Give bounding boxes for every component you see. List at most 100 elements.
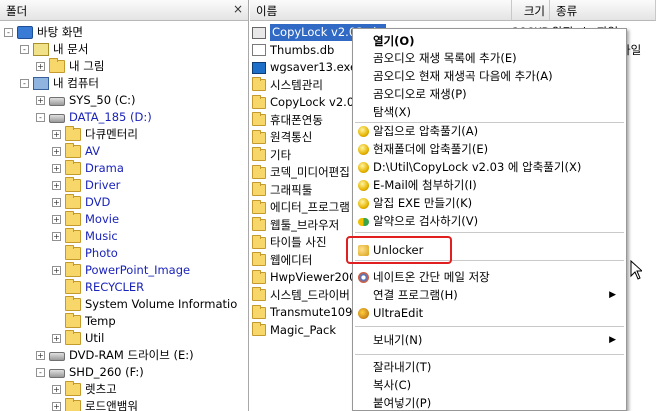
collapse-icon[interactable]: -: [20, 79, 29, 88]
file-row[interactable]: 원격통신: [252, 129, 312, 146]
expand-icon[interactable]: +: [52, 147, 61, 156]
close-icon[interactable]: ×: [233, 2, 243, 16]
tree-item[interactable]: + SYS_50 (C:): [36, 92, 136, 109]
folder-icon: [49, 58, 65, 73]
tree-item[interactable]: + DVD-RAM 드라이브 (E:): [36, 347, 194, 364]
expand-icon[interactable]: +: [36, 351, 45, 360]
tree-item[interactable]: - 내 문서: [20, 41, 88, 58]
expand-icon[interactable]: +: [52, 402, 61, 411]
menu-item[interactable]: 붙여넣기(P): [353, 395, 626, 410]
tree-item[interactable]: + 다큐멘터리: [52, 126, 138, 143]
expand-icon[interactable]: +: [36, 62, 45, 71]
expand-icon[interactable]: +: [52, 266, 61, 275]
menu-item[interactable]: E-Mail에 첨부하기(I): [353, 177, 626, 194]
tree-item[interactable]: + AV: [52, 143, 100, 160]
expand-icon[interactable]: +: [52, 232, 61, 241]
file-row[interactable]: 타이틀 사진: [252, 234, 327, 251]
menu-item[interactable]: 알집으로 압축풀기(A): [353, 123, 626, 140]
menu-item[interactable]: 잘라내기(T): [353, 359, 626, 376]
menu-item[interactable]: 곰오디오 현재 재생곡 다음에 추가(A): [353, 68, 626, 85]
expand-icon[interactable]: +: [52, 385, 61, 394]
tree-item[interactable]: - SHD_260 (F:): [36, 364, 144, 381]
menu-item[interactable]: 연결 프로그램(H) ▶: [353, 287, 626, 304]
tree-item[interactable]: RECYCLER: [52, 279, 144, 296]
file-row[interactable]: HwpViewer200: [252, 269, 356, 286]
folder-icon: [65, 126, 81, 141]
tree-item-label: 로드앤뱀워: [85, 399, 138, 411]
collapse-icon[interactable]: -: [4, 28, 13, 37]
expand-icon[interactable]: +: [52, 181, 61, 190]
tree-item[interactable]: + Movie: [52, 211, 119, 228]
expand-icon[interactable]: +: [52, 164, 61, 173]
tree-item[interactable]: + 렛츠고: [52, 381, 117, 398]
context-menu: 열기(O) 곰오디오 재생 목록에 추가(E) 곰오디오 현재 재생곡 다음에 추가…: [352, 28, 627, 411]
tree-item[interactable]: + 로드앤뱀워: [52, 398, 138, 411]
file-row[interactable]: 그래픽툴: [252, 182, 312, 199]
tree-item[interactable]: System Volume Informatio: [52, 296, 237, 313]
menu-item[interactable]: Unlocker: [353, 242, 626, 259]
menu-item[interactable]: 알집 EXE 만들기(K): [353, 195, 626, 212]
file-row[interactable]: 시스템관리: [252, 77, 323, 94]
folder-tree-pane: 폴더 × - 바탕 화면 - 내 문서 + 내 그림 - 내 컴퓨터 + SYS_50 (C:) -…: [0, 0, 249, 411]
tree-item[interactable]: - 바탕 화면: [4, 24, 83, 41]
menu-item[interactable]: 현재폴더에 압축풀기(E): [353, 141, 626, 158]
menu-item[interactable]: 열기(O): [353, 33, 626, 50]
file-row[interactable]: 코덱_미디어편집: [252, 164, 350, 181]
menu-item[interactable]: 보내기(N) ▶: [353, 332, 626, 349]
menu-item[interactable]: UltraEdit: [353, 305, 626, 322]
column-header-name[interactable]: 이름: [250, 0, 512, 21]
tree-item[interactable]: + 내 그림: [36, 58, 104, 75]
file-row[interactable]: 기타: [252, 147, 291, 164]
folder-icon: [65, 381, 81, 396]
tree-item[interactable]: + Util: [52, 330, 104, 347]
menu-item[interactable]: D:\Util\CopyLock v2.03 에 압축풀기(X): [353, 159, 626, 176]
file-row[interactable]: Thumbs.db: [252, 42, 334, 59]
tree-item[interactable]: - DATA_185 (D:): [36, 109, 152, 126]
collapse-icon[interactable]: -: [36, 368, 45, 377]
file-row[interactable]: CopyLock v2.0: [252, 94, 354, 111]
file-row[interactable]: Magic_Pack: [252, 322, 336, 339]
file-row[interactable]: 에디터_프로그램: [252, 199, 350, 216]
dvd-drive-icon: [49, 352, 65, 361]
expand-icon[interactable]: +: [36, 96, 45, 105]
file-row[interactable]: 휴대폰연동: [252, 112, 323, 129]
tree-item[interactable]: + Drama: [52, 160, 124, 177]
collapse-icon[interactable]: -: [20, 45, 29, 54]
tree-item-label: System Volume Informatio: [85, 297, 238, 311]
collapse-icon[interactable]: -: [36, 113, 45, 122]
tree-item-label: Driver: [85, 178, 121, 192]
file-row[interactable]: 웹에디터: [252, 252, 312, 269]
menu-item[interactable]: 곰오디오로 재생(P): [353, 86, 626, 103]
menu-item-label: 잘라내기(T): [373, 360, 432, 374]
column-header-size[interactable]: 크기: [512, 0, 550, 21]
expand-icon[interactable]: +: [52, 334, 61, 343]
expand-icon[interactable]: +: [52, 215, 61, 224]
tree-item[interactable]: + DVD: [52, 194, 110, 211]
file-row[interactable]: wgsaver13.exe: [252, 59, 357, 76]
menu-item-label: 열기(O): [373, 34, 415, 48]
menu-item[interactable]: 탐색(X): [353, 104, 626, 121]
tree-item[interactable]: + Music: [52, 228, 118, 245]
menu-item[interactable]: 네이트온 간단 메일 저장: [353, 269, 626, 286]
menu-item-label: 네이트온 간단 메일 저장: [373, 270, 490, 284]
menu-item[interactable]: 곰오디오 재생 목록에 추가(E): [353, 50, 626, 67]
file-row[interactable]: 웹툴_브라우저: [252, 217, 339, 234]
tree-item[interactable]: Photo: [52, 245, 118, 262]
expand-icon[interactable]: +: [52, 130, 61, 139]
exe-icon: [252, 61, 266, 74]
tree-item[interactable]: Temp: [52, 313, 116, 330]
tree-item[interactable]: + Driver: [52, 177, 120, 194]
tree-item-label: DVD: [85, 195, 111, 209]
tree-item[interactable]: + PowerPoint_Image: [52, 262, 190, 279]
tree-item[interactable]: - 내 컴퓨터: [20, 75, 99, 92]
file-row[interactable]: Transmute1095: [252, 304, 360, 321]
file-row[interactable]: 시스템_드라이버: [252, 287, 350, 304]
folder-icon: [252, 234, 266, 249]
menu-item[interactable]: 알약으로 검사하기(V): [353, 213, 626, 230]
expand-icon[interactable]: +: [52, 198, 61, 207]
folder-icon: [65, 211, 81, 226]
column-header-type[interactable]: 종류: [550, 0, 656, 21]
menu-item[interactable]: 복사(C): [353, 377, 626, 394]
